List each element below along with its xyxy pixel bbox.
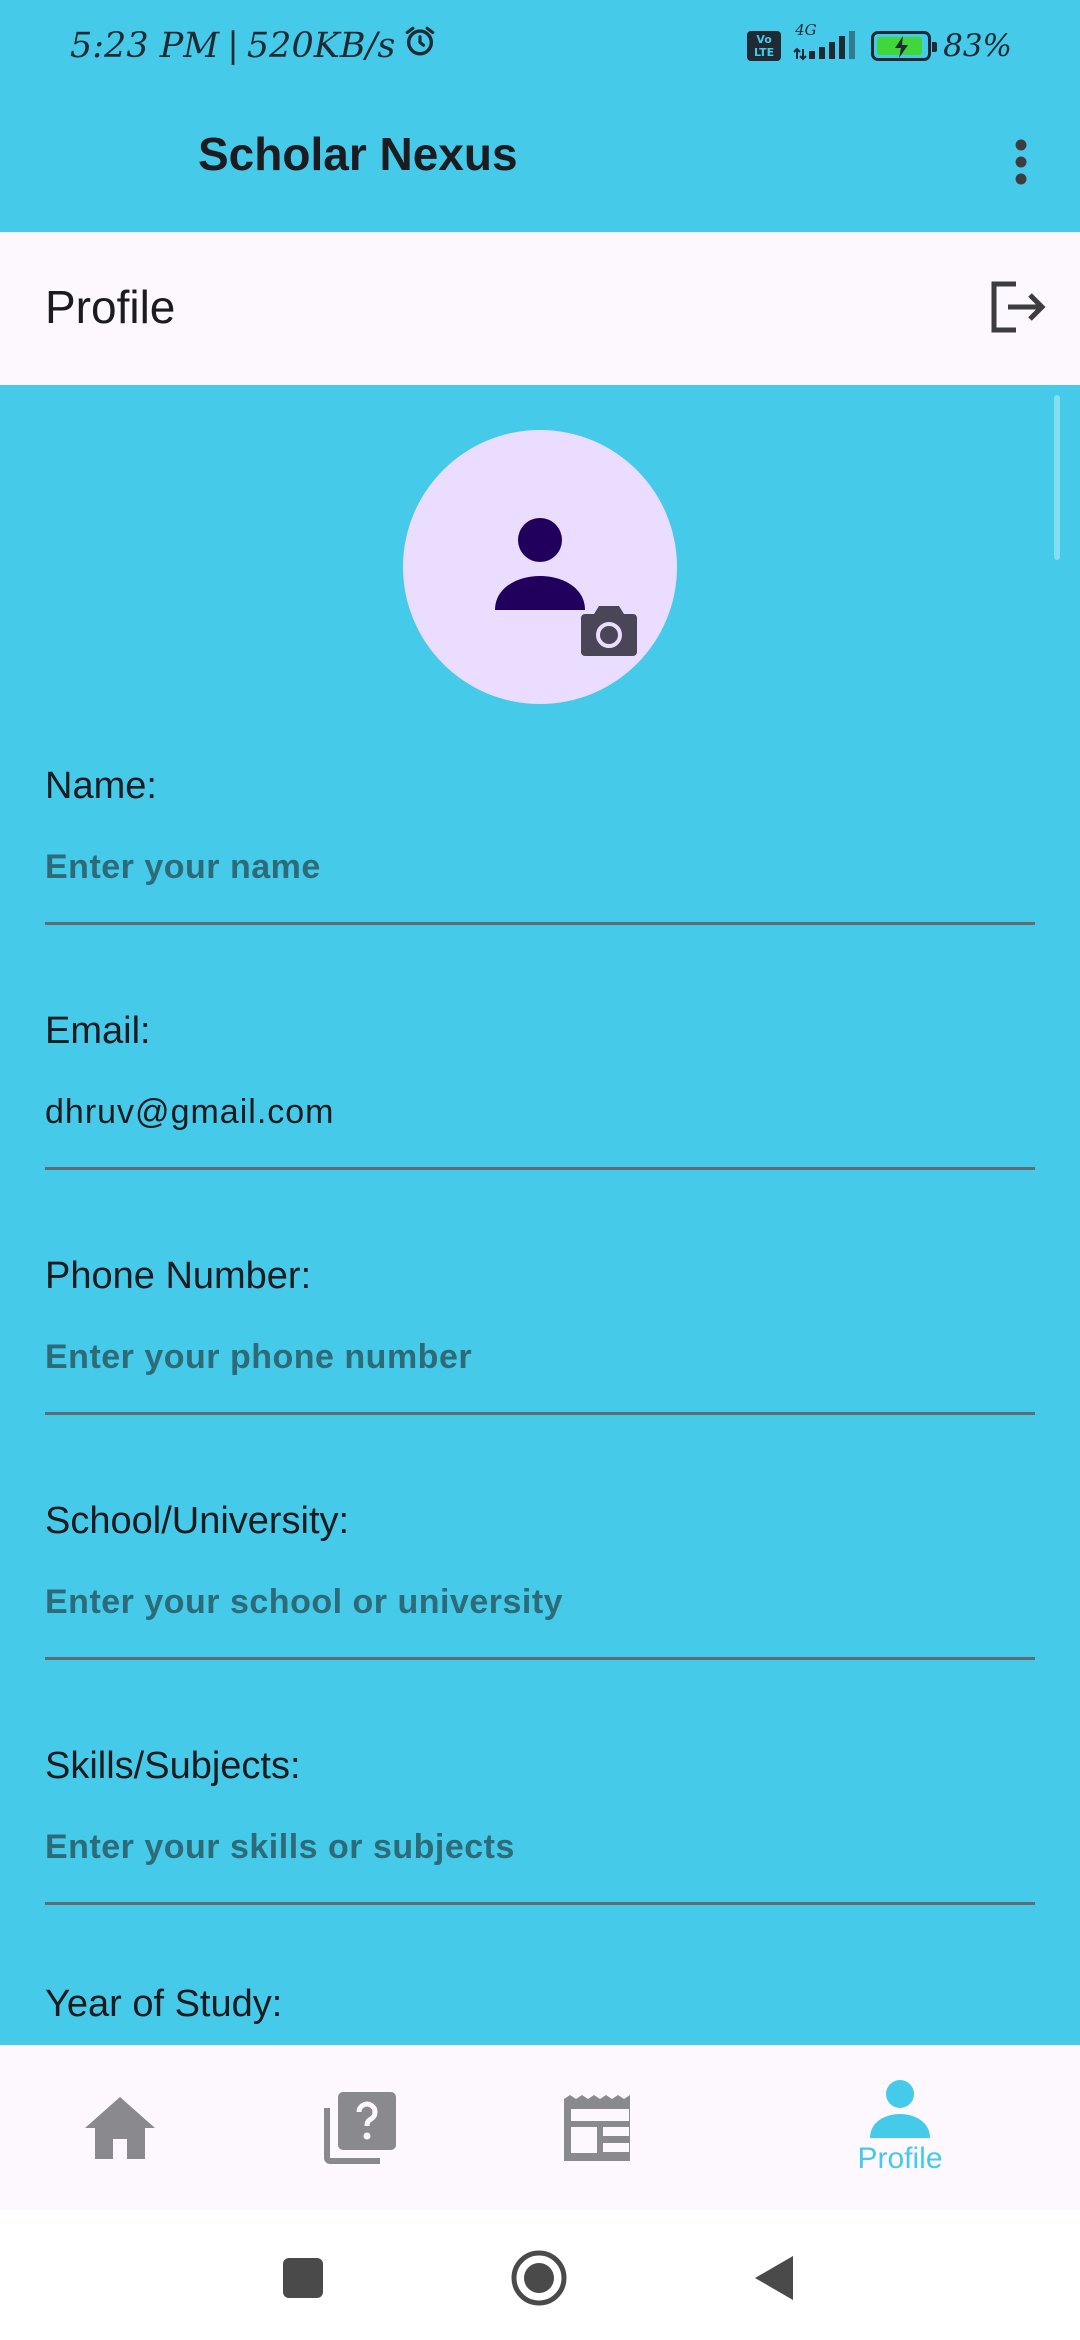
nav-quiz[interactable] <box>240 2045 480 2210</box>
camera-icon <box>581 606 637 656</box>
person-icon <box>870 2079 930 2138</box>
network-type: 4G <box>795 21 817 39</box>
status-bar: 5:23 PM | 520KB/s Vo LTE 4G 83% <box>0 0 1080 95</box>
name-field: Name: <box>45 765 1035 925</box>
signal-icon: 4G <box>793 21 859 61</box>
phone-field: Phone Number: <box>45 1255 1035 1415</box>
nav-profile-label: Profile <box>857 2141 943 2175</box>
avatar-button[interactable] <box>403 430 677 704</box>
name-label: Name: <box>45 765 157 807</box>
news-icon <box>564 2094 630 2161</box>
school-input[interactable] <box>45 1583 1035 1660</box>
more-options-button[interactable] <box>984 125 1058 199</box>
profile-form-area[interactable]: Name: Email: Phone Number: School/Univer… <box>0 385 1080 2045</box>
email-label: Email: <box>45 1010 151 1052</box>
home-icon <box>85 2096 155 2159</box>
battery-icon <box>871 31 938 61</box>
app-title: Scholar Nexus <box>198 128 518 180</box>
phone-input[interactable] <box>45 1338 1035 1415</box>
home-circle-icon <box>511 2250 567 2306</box>
status-net-speed: 520KB/s <box>246 25 396 66</box>
recents-icon <box>283 2258 323 2298</box>
profile-header: Profile <box>0 232 1080 385</box>
quiz-icon <box>324 2091 396 2164</box>
battery-percent: 83% <box>943 28 1012 64</box>
back-button[interactable] <box>744 2248 804 2308</box>
school-label: School/University: <box>45 1500 350 1542</box>
status-left: 5:23 PM | 520KB/s <box>70 24 437 67</box>
year-of-study-label: Year of Study: <box>45 1983 283 2025</box>
skills-input[interactable] <box>45 1828 1035 1905</box>
page-title: Profile <box>45 281 176 333</box>
scrollbar[interactable] <box>1054 395 1060 560</box>
email-field: Email: <box>45 1010 1035 1170</box>
nav-home[interactable] <box>0 2045 240 2210</box>
phone-label: Phone Number: <box>45 1255 312 1297</box>
school-field: School/University: <box>45 1500 1035 1660</box>
nav-news[interactable] <box>480 2045 720 2210</box>
status-separator: | <box>227 25 239 66</box>
skills-label: Skills/Subjects: <box>45 1745 301 1787</box>
nav-profile[interactable]: Profile <box>780 2045 1020 2210</box>
back-icon <box>755 2256 793 2300</box>
skills-field: Skills/Subjects: <box>45 1745 1035 1905</box>
system-navigation-bar <box>0 2210 1080 2340</box>
app-bar: Scholar Nexus <box>0 95 1080 232</box>
email-input[interactable] <box>45 1093 1035 1170</box>
more-vert-icon <box>1015 139 1027 185</box>
status-right: Vo LTE 4G 83% <box>747 21 1012 64</box>
alarm-icon <box>403 24 437 67</box>
volte-icon: Vo LTE <box>747 31 782 61</box>
name-input[interactable] <box>45 848 1035 925</box>
recents-button[interactable] <box>273 2248 333 2308</box>
status-time: 5:23 PM <box>70 25 220 66</box>
logout-icon <box>991 281 1046 333</box>
person-icon <box>495 518 585 610</box>
bottom-navigation: Profile <box>0 2045 1080 2210</box>
home-button[interactable] <box>509 2248 569 2308</box>
logout-button[interactable] <box>982 272 1052 342</box>
